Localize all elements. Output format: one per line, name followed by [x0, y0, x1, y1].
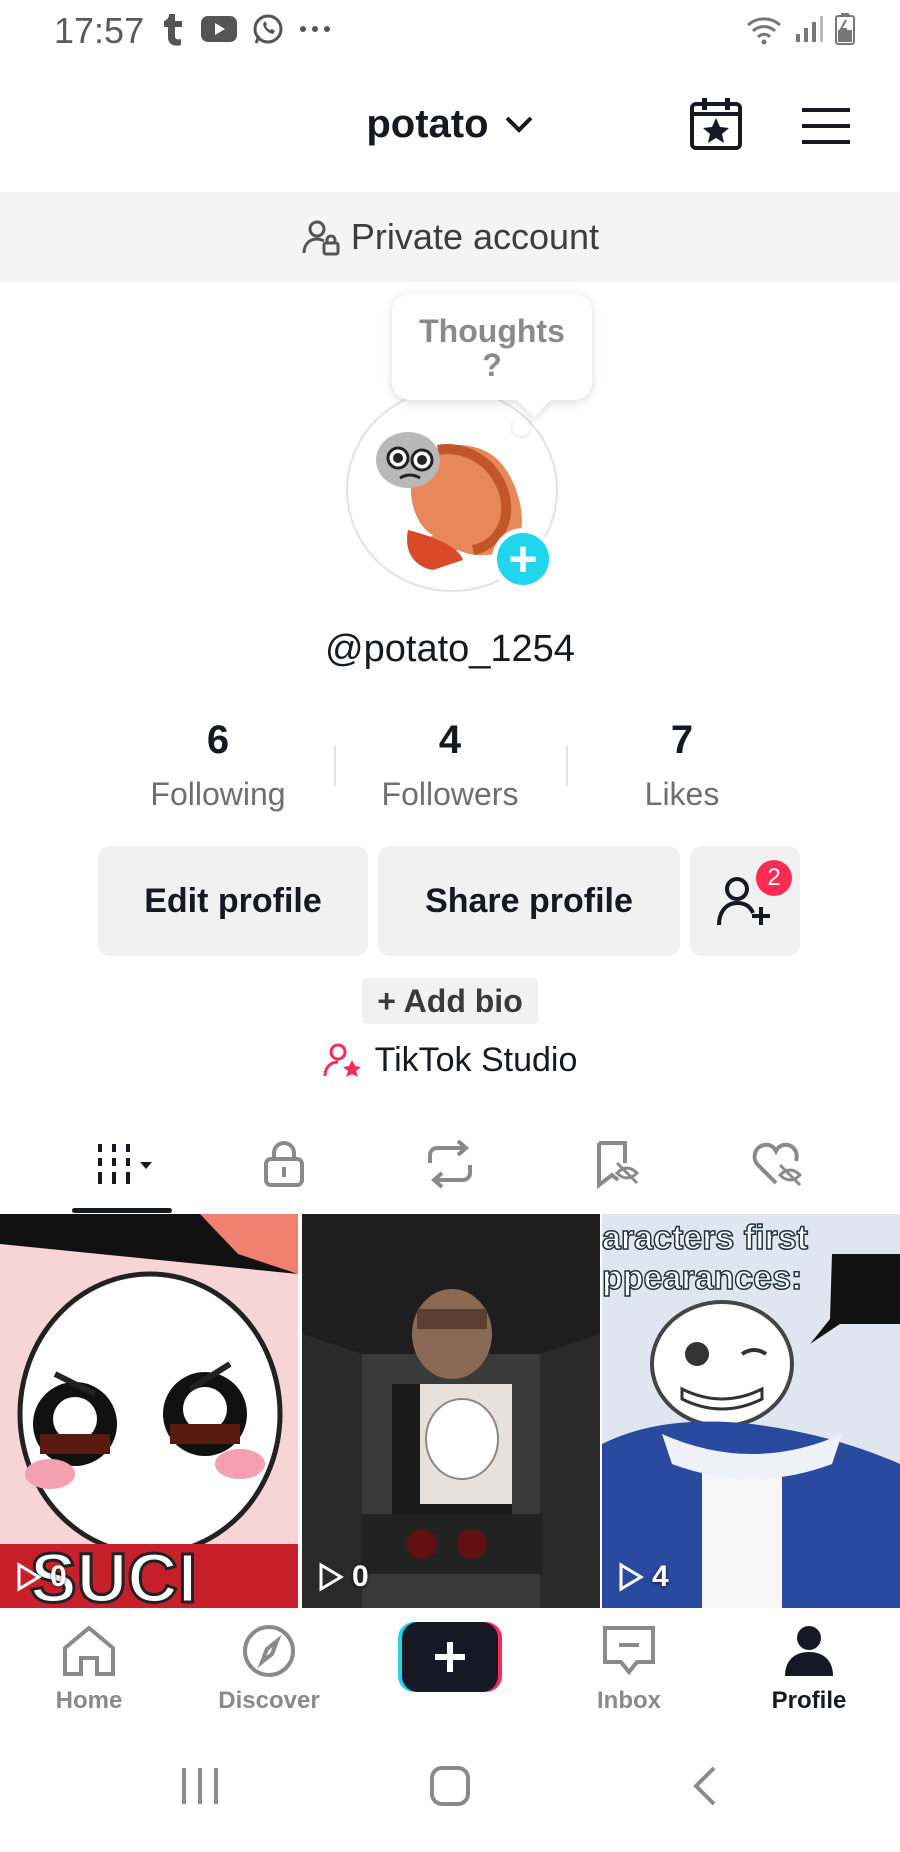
system-nav-bar [0, 1740, 900, 1852]
nav-inbox[interactable]: Inbox [554, 1624, 704, 1715]
edit-profile-button[interactable]: Edit profile [98, 846, 368, 956]
home-button-icon[interactable] [428, 1764, 472, 1808]
nav-discover-label: Discover [218, 1687, 320, 1714]
thoughts-bubble-text: Thoughts ? [419, 313, 565, 383]
stat-value: 4 [438, 718, 462, 762]
tiktok-studio-label: TikTok Studio [374, 1040, 578, 1079]
private-account-banner: Private account [0, 192, 900, 282]
thoughts-bubble[interactable]: Thoughts ? [392, 294, 592, 400]
calendar-star-icon[interactable] [688, 96, 744, 152]
share-profile-button[interactable]: Share profile [378, 846, 680, 956]
chevron-down-icon [505, 117, 533, 134]
stat-value: 7 [670, 718, 694, 762]
view-count: 0 [16, 1560, 67, 1594]
header-username: potato [366, 101, 489, 146]
view-count: 0 [318, 1560, 369, 1594]
bubble-tail-dot [512, 418, 530, 436]
view-count-value: 0 [352, 1560, 369, 1593]
nav-profile[interactable]: Profile [734, 1624, 884, 1715]
saved-icon [597, 1141, 640, 1189]
tumblr-icon [164, 14, 182, 46]
video-thumbnail-image: SUCI [0, 1214, 298, 1608]
more-dots-icon [300, 26, 330, 32]
tab-reposts[interactable] [410, 1136, 490, 1192]
tiktok-studio-link[interactable]: TikTok Studio [0, 1040, 900, 1080]
stat-label: Following [150, 776, 286, 812]
play-outline-icon [319, 1562, 344, 1592]
play-outline-icon [619, 1562, 644, 1592]
profile-handle: @potato_1254 [325, 628, 575, 670]
repost-icon [428, 1139, 472, 1189]
tab-videos[interactable] [84, 1136, 164, 1192]
hamburger-menu-icon[interactable] [800, 106, 852, 146]
signal-icon [796, 16, 823, 42]
video-thumbnail-image [302, 1214, 600, 1608]
stat-label: Followers [381, 776, 519, 812]
compass-icon [243, 1625, 295, 1677]
nav-discover[interactable]: Discover [194, 1624, 344, 1715]
youtube-icon [201, 16, 237, 42]
videos-grid-icon [98, 1144, 152, 1184]
stat-following[interactable]: 6 Following [102, 716, 334, 813]
video-thumbnail[interactable]: SUCI 0 [0, 1214, 298, 1608]
view-count: 4 [618, 1560, 669, 1594]
create-button[interactable] [398, 1622, 502, 1692]
nav-home-label: Home [55, 1687, 123, 1714]
private-user-icon [302, 220, 340, 256]
private-account-label: Private account [350, 216, 600, 257]
tab-private[interactable] [244, 1136, 324, 1192]
stat-label: Likes [644, 776, 720, 812]
play-outline-icon [17, 1562, 42, 1592]
nav-home[interactable]: Home [14, 1624, 164, 1715]
add-bio-button[interactable]: + Add bio [362, 978, 538, 1024]
stat-value: 6 [206, 718, 230, 762]
nav-inbox-label: Inbox [597, 1687, 661, 1714]
studio-user-star-icon [323, 1043, 361, 1077]
share-profile-label: Share profile [425, 881, 633, 920]
recent-apps-icon[interactable] [178, 1764, 222, 1808]
liked-icon [752, 1142, 803, 1187]
add-avatar-button[interactable]: + [492, 528, 554, 590]
home-icon [63, 1625, 115, 1676]
lock-icon [264, 1141, 304, 1187]
view-count-value: 0 [50, 1560, 67, 1593]
tab-favorites[interactable] [576, 1136, 656, 1192]
back-icon[interactable] [684, 1764, 728, 1808]
profile-icon [785, 1626, 833, 1676]
stat-likes[interactable]: 7 Likes [566, 716, 798, 813]
video-thumbnail[interactable]: aracters first ppearances: 4 [602, 1214, 900, 1608]
stat-followers[interactable]: 4 Followers [334, 716, 566, 813]
tab-liked[interactable] [738, 1136, 818, 1192]
video-thumbnail[interactable]: 0 [302, 1214, 600, 1608]
active-tab-indicator [72, 1208, 172, 1213]
nav-profile-label: Profile [771, 1687, 847, 1714]
edit-profile-label: Edit profile [144, 881, 322, 920]
wifi-icon [747, 17, 781, 45]
battery-icon [835, 13, 855, 45]
account-switcher[interactable]: potato [0, 100, 900, 147]
video-caption: aracters first ppearances: [602, 1218, 809, 1298]
status-time: 17:57 [54, 10, 145, 51]
whatsapp-icon [253, 14, 283, 44]
inbox-icon [603, 1626, 655, 1676]
status-bar: 17:57 [0, 0, 900, 60]
view-count-value: 4 [652, 1560, 669, 1593]
friend-requests-badge: 2 [756, 860, 792, 896]
